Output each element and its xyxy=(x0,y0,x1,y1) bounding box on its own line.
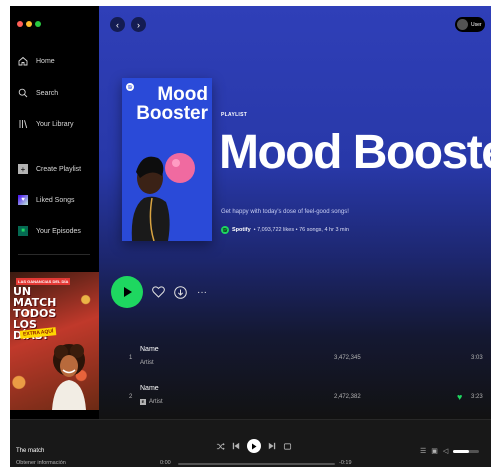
back-button[interactable]: ‹ xyxy=(110,17,125,32)
library-icon xyxy=(19,120,28,129)
track-duration: 3:03 xyxy=(471,355,483,361)
progress-bar[interactable] xyxy=(178,463,335,465)
artist-link[interactable]: Artist xyxy=(149,399,163,405)
shuffle-icon[interactable] xyxy=(216,442,225,451)
spotify-window: Home Search Your Library + Create Playli… xyxy=(10,6,491,467)
ad-banner[interactable]: LAS GANANCIAS DEL DÍA UN MATCH TODOS LOS… xyxy=(10,272,99,410)
playlist-cover: Mood Booster xyxy=(122,78,212,241)
sidebar: Home Search Your Library + Create Playli… xyxy=(10,6,99,419)
avatar xyxy=(457,19,468,30)
now-playing-title[interactable]: The match xyxy=(16,448,44,454)
repeat-icon[interactable] xyxy=(283,442,292,451)
table-row[interactable]: 2 Name E Artist 2,472,382 ♥ 3:23 xyxy=(99,385,491,411)
spotify-logo-icon xyxy=(126,83,134,91)
heart-icon: ♥ xyxy=(18,195,28,205)
time-elapsed: 0:00 xyxy=(160,460,171,466)
playlist-meta: Spotify • 7,093,722 likes • 76 songs, 4 … xyxy=(221,226,349,234)
sidebar-item-your-episodes[interactable]: ■ Your Episodes xyxy=(18,223,81,239)
track-plays: 2,472,382 xyxy=(334,394,361,400)
playlist-owner-link[interactable]: Spotify xyxy=(232,227,251,233)
ellipsis-icon: ··· xyxy=(197,286,207,298)
track-number: 1 xyxy=(129,355,133,361)
playlist-type-label: PLAYLIST xyxy=(221,112,248,118)
download-icon xyxy=(173,285,187,299)
previous-icon[interactable] xyxy=(232,442,240,450)
sidebar-item-home[interactable]: Home xyxy=(18,53,55,69)
ad-person-image xyxy=(52,344,86,410)
track-artist: Artist xyxy=(140,360,154,366)
player-bar: The match Obtener información 0:00 -0:19… xyxy=(10,419,491,467)
play-icon xyxy=(252,443,257,449)
table-row[interactable]: 1 Name Artist 3,472,345 3:03 xyxy=(99,346,491,372)
maximize-window-button[interactable] xyxy=(35,21,41,27)
track-name[interactable]: Name xyxy=(140,346,159,353)
play-button[interactable] xyxy=(111,276,143,308)
user-name: User xyxy=(471,21,482,28)
more-options-button[interactable]: ··· xyxy=(194,284,210,300)
bookmark-icon: ■ xyxy=(18,226,28,236)
spotify-logo-icon xyxy=(221,226,229,234)
window-controls xyxy=(17,21,41,27)
play-pause-button[interactable] xyxy=(247,439,261,453)
main-view: ‹ › User Mood Booster PLAYLIST Mood Boos… xyxy=(99,6,491,419)
create-playlist-button[interactable]: + Create Playlist xyxy=(18,161,81,177)
user-menu-button[interactable]: User xyxy=(455,17,485,32)
sidebar-item-label: Your Library xyxy=(36,120,74,128)
sidebar-item-label: Search xyxy=(36,89,59,97)
ad-tagline: LAS GANANCIAS DEL DÍA xyxy=(16,278,71,285)
playlist-description: Get happy with today's dose of feel-good… xyxy=(221,209,349,215)
volume-slider[interactable] xyxy=(453,449,480,453)
play-icon xyxy=(123,287,132,297)
track-name[interactable]: Name xyxy=(140,385,159,392)
sidebar-item-search[interactable]: Search xyxy=(18,85,58,101)
liked-heart-icon[interactable]: ♥ xyxy=(457,392,462,402)
close-window-button[interactable] xyxy=(17,21,23,27)
track-artist: E Artist xyxy=(140,399,163,405)
cover-title: Mood Booster xyxy=(136,84,208,124)
sidebar-divider xyxy=(18,254,90,255)
artist-link[interactable]: Artist xyxy=(140,360,154,366)
minimize-window-button[interactable] xyxy=(26,21,32,27)
forward-button[interactable]: › xyxy=(131,17,146,32)
queue-icon[interactable]: ☰ xyxy=(420,447,426,455)
explicit-icon: E xyxy=(140,399,146,405)
volume-icon[interactable]: ◁ xyxy=(443,447,448,455)
now-playing-subtitle[interactable]: Obtener información xyxy=(16,460,66,466)
volume-fill xyxy=(453,449,469,453)
sidebar-item-label: Liked Songs xyxy=(36,196,75,204)
time-remaining: -0:19 xyxy=(339,460,352,466)
sidebar-item-library[interactable]: Your Library xyxy=(18,116,74,132)
playlist-stats: • 7,093,722 likes • 76 songs, 4 hr 3 min xyxy=(253,227,349,233)
heart-outline-icon xyxy=(151,286,165,298)
next-icon[interactable] xyxy=(268,442,276,450)
like-playlist-button[interactable] xyxy=(150,284,166,300)
devices-icon[interactable]: ▣ xyxy=(431,447,438,455)
track-number: 2 xyxy=(129,394,133,400)
page-title: Mood Booster xyxy=(219,126,491,179)
sidebar-item-label: Home xyxy=(36,57,55,65)
home-icon xyxy=(18,56,28,66)
sidebar-item-label: Create Playlist xyxy=(36,165,82,173)
sidebar-item-label: Your Episodes xyxy=(36,227,81,235)
plus-icon: + xyxy=(18,164,28,174)
extra-controls: ☰ ▣ ◁ xyxy=(420,447,480,455)
cover-person-image xyxy=(131,153,195,241)
track-plays: 3,472,345 xyxy=(334,355,361,361)
chevron-left-icon: ‹ xyxy=(116,19,119,30)
chevron-right-icon: › xyxy=(137,19,140,30)
sidebar-item-liked-songs[interactable]: ♥ Liked Songs xyxy=(18,192,75,208)
search-icon xyxy=(18,88,28,98)
playback-controls xyxy=(216,439,292,453)
track-duration: 3:23 xyxy=(471,394,483,400)
download-button[interactable] xyxy=(172,284,188,300)
